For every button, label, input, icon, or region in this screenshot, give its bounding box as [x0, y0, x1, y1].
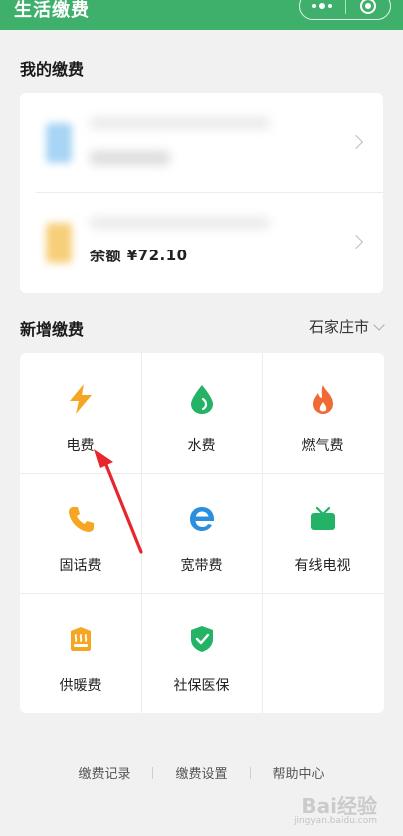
more-dots-icon: [312, 3, 333, 9]
city-selector[interactable]: 石家庄市: [308, 316, 385, 337]
tv-icon: [307, 503, 339, 535]
my-payments-card: 余额 ¥72.10: [20, 93, 383, 293]
mini-program-capsule: [299, 0, 391, 20]
new-payment-title: 新增缴费: [20, 320, 85, 339]
my-payments-title: 我的缴费: [20, 60, 85, 79]
blurred-blue-icon: [46, 123, 72, 163]
payment-type-grid: 电费 水费 燃气费 固话费 宽带费 有线电视 供暖费 社保医保: [20, 353, 384, 713]
city-label: 石家庄市: [308, 318, 369, 336]
grid-item-label: 有线电视: [294, 558, 351, 574]
page-title: 生活缴费: [14, 0, 90, 21]
shield-check-icon: [186, 623, 218, 655]
grid-item-social-insurance[interactable]: 社保医保: [141, 593, 262, 713]
lightning-icon: [65, 383, 97, 415]
close-button[interactable]: [346, 0, 391, 19]
grid-item-label: 社保医保: [173, 678, 230, 694]
water-drop-icon: [186, 383, 218, 415]
phone-icon: [65, 503, 97, 535]
grid-item-label: 燃气费: [301, 438, 344, 454]
flame-icon: [307, 383, 339, 415]
grid-item-label: 固话费: [59, 558, 102, 574]
grid-item-label: 供暖费: [59, 678, 102, 694]
grid-item-label: 水费: [187, 438, 216, 454]
watermark-sub: jingyan.baidu.com: [293, 816, 377, 826]
chevron-right-icon: [348, 134, 364, 150]
payment-account-1[interactable]: [20, 93, 383, 193]
grid-item-landline[interactable]: 固话费: [20, 473, 141, 593]
grid-item-label: 宽带费: [180, 558, 223, 574]
broadband-e-icon: [186, 503, 218, 535]
grid-item-label: 电费: [66, 438, 95, 454]
footer-links: 缴费记录 缴费设置 帮助中心: [0, 763, 403, 782]
content-sheet: 我的缴费 余额 ¥72.10 新增缴费 石家庄市 电费 水费 燃气费 固话费 宽…: [0, 30, 403, 836]
heating-icon: [65, 623, 97, 655]
blurred-orange-icon: [46, 223, 72, 263]
grid-item-water[interactable]: 水费: [141, 353, 262, 473]
grid-item-broadband[interactable]: 宽带费: [141, 473, 262, 593]
link-help-center[interactable]: 帮助中心: [273, 763, 325, 782]
grid-item-heating[interactable]: 供暖费: [20, 593, 141, 713]
chevron-right-icon: [348, 234, 364, 250]
payment-account-2[interactable]: [20, 193, 383, 293]
grid-item-gas[interactable]: 燃气费: [262, 353, 383, 473]
more-button[interactable]: [300, 0, 345, 19]
grid-item-cable-tv[interactable]: 有线电视: [262, 473, 383, 593]
target-circle-icon: [359, 0, 376, 14]
baidu-jingyan-watermark: Bai经验 jingyan.baidu.com: [294, 790, 377, 826]
link-payment-history[interactable]: 缴费记录: [78, 763, 130, 782]
chevron-down-icon: [373, 318, 385, 331]
top-bar: 生活缴费: [0, 0, 403, 30]
link-payment-settings[interactable]: 缴费设置: [175, 763, 227, 782]
watermark-text: Bai经验: [301, 794, 377, 818]
grid-item-electricity[interactable]: 电费: [20, 353, 141, 473]
